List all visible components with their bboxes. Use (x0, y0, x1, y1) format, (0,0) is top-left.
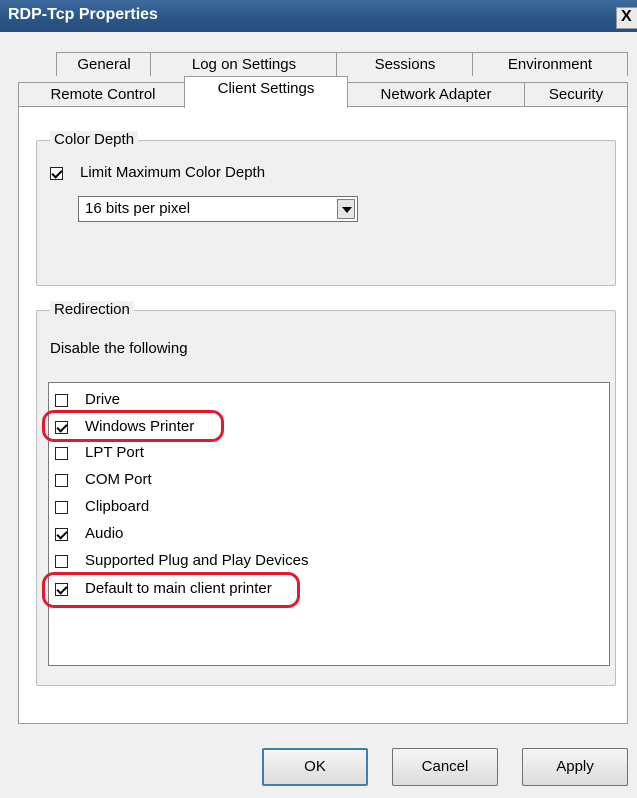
drive-checkbox[interactable] (55, 394, 68, 407)
ok-button[interactable]: OK (262, 748, 368, 786)
tab-network-adapter[interactable]: Network Adapter (346, 82, 526, 106)
plug-and-play-checkbox[interactable] (55, 555, 68, 568)
window-title: RDP-Tcp Properties (8, 6, 158, 23)
cancel-button[interactable]: Cancel (392, 748, 498, 786)
tab-client-settings[interactable]: Client Settings (184, 76, 348, 108)
tab-log-on-settings[interactable]: Log on Settings (150, 52, 338, 76)
clipboard-checkbox[interactable] (55, 501, 68, 514)
tab-sessions[interactable]: Sessions (336, 52, 474, 76)
limit-color-depth-label: Limit Maximum Color Depth (80, 164, 266, 181)
close-button[interactable]: X (616, 7, 637, 29)
color-depth-select[interactable]: 16 bits per pixel (78, 196, 358, 222)
redirection-group-label: Redirection (50, 301, 134, 318)
title-bar: RDP-Tcp Properties X (0, 0, 637, 32)
limit-color-depth-checkbox[interactable] (50, 167, 63, 180)
color-depth-selected-value: 16 bits per pixel (85, 200, 191, 217)
com-port-checkbox[interactable] (55, 474, 68, 487)
lpt-port-checkbox[interactable] (55, 447, 68, 460)
disable-following-label: Disable the following (50, 340, 188, 357)
list-item-label: Supported Plug and Play Devices (85, 552, 309, 569)
color-depth-group-label: Color Depth (50, 131, 139, 148)
tab-security[interactable]: Security (524, 82, 628, 106)
apply-button[interactable]: Apply (522, 748, 628, 786)
chevron-down-icon[interactable] (337, 199, 355, 219)
tab-environment[interactable]: Environment (472, 52, 628, 76)
list-item-label: LPT Port (85, 444, 144, 461)
list-item-label: Clipboard (85, 498, 150, 515)
annotation-highlight (42, 572, 300, 608)
annotation-highlight (42, 410, 224, 442)
tab-remote-control[interactable]: Remote Control (18, 82, 188, 106)
list-item-label: Drive (85, 391, 121, 408)
list-item-label: COM Port (85, 471, 152, 488)
tab-general[interactable]: General (56, 52, 152, 76)
list-item-label: Audio (85, 525, 124, 542)
audio-checkbox[interactable] (55, 528, 68, 541)
